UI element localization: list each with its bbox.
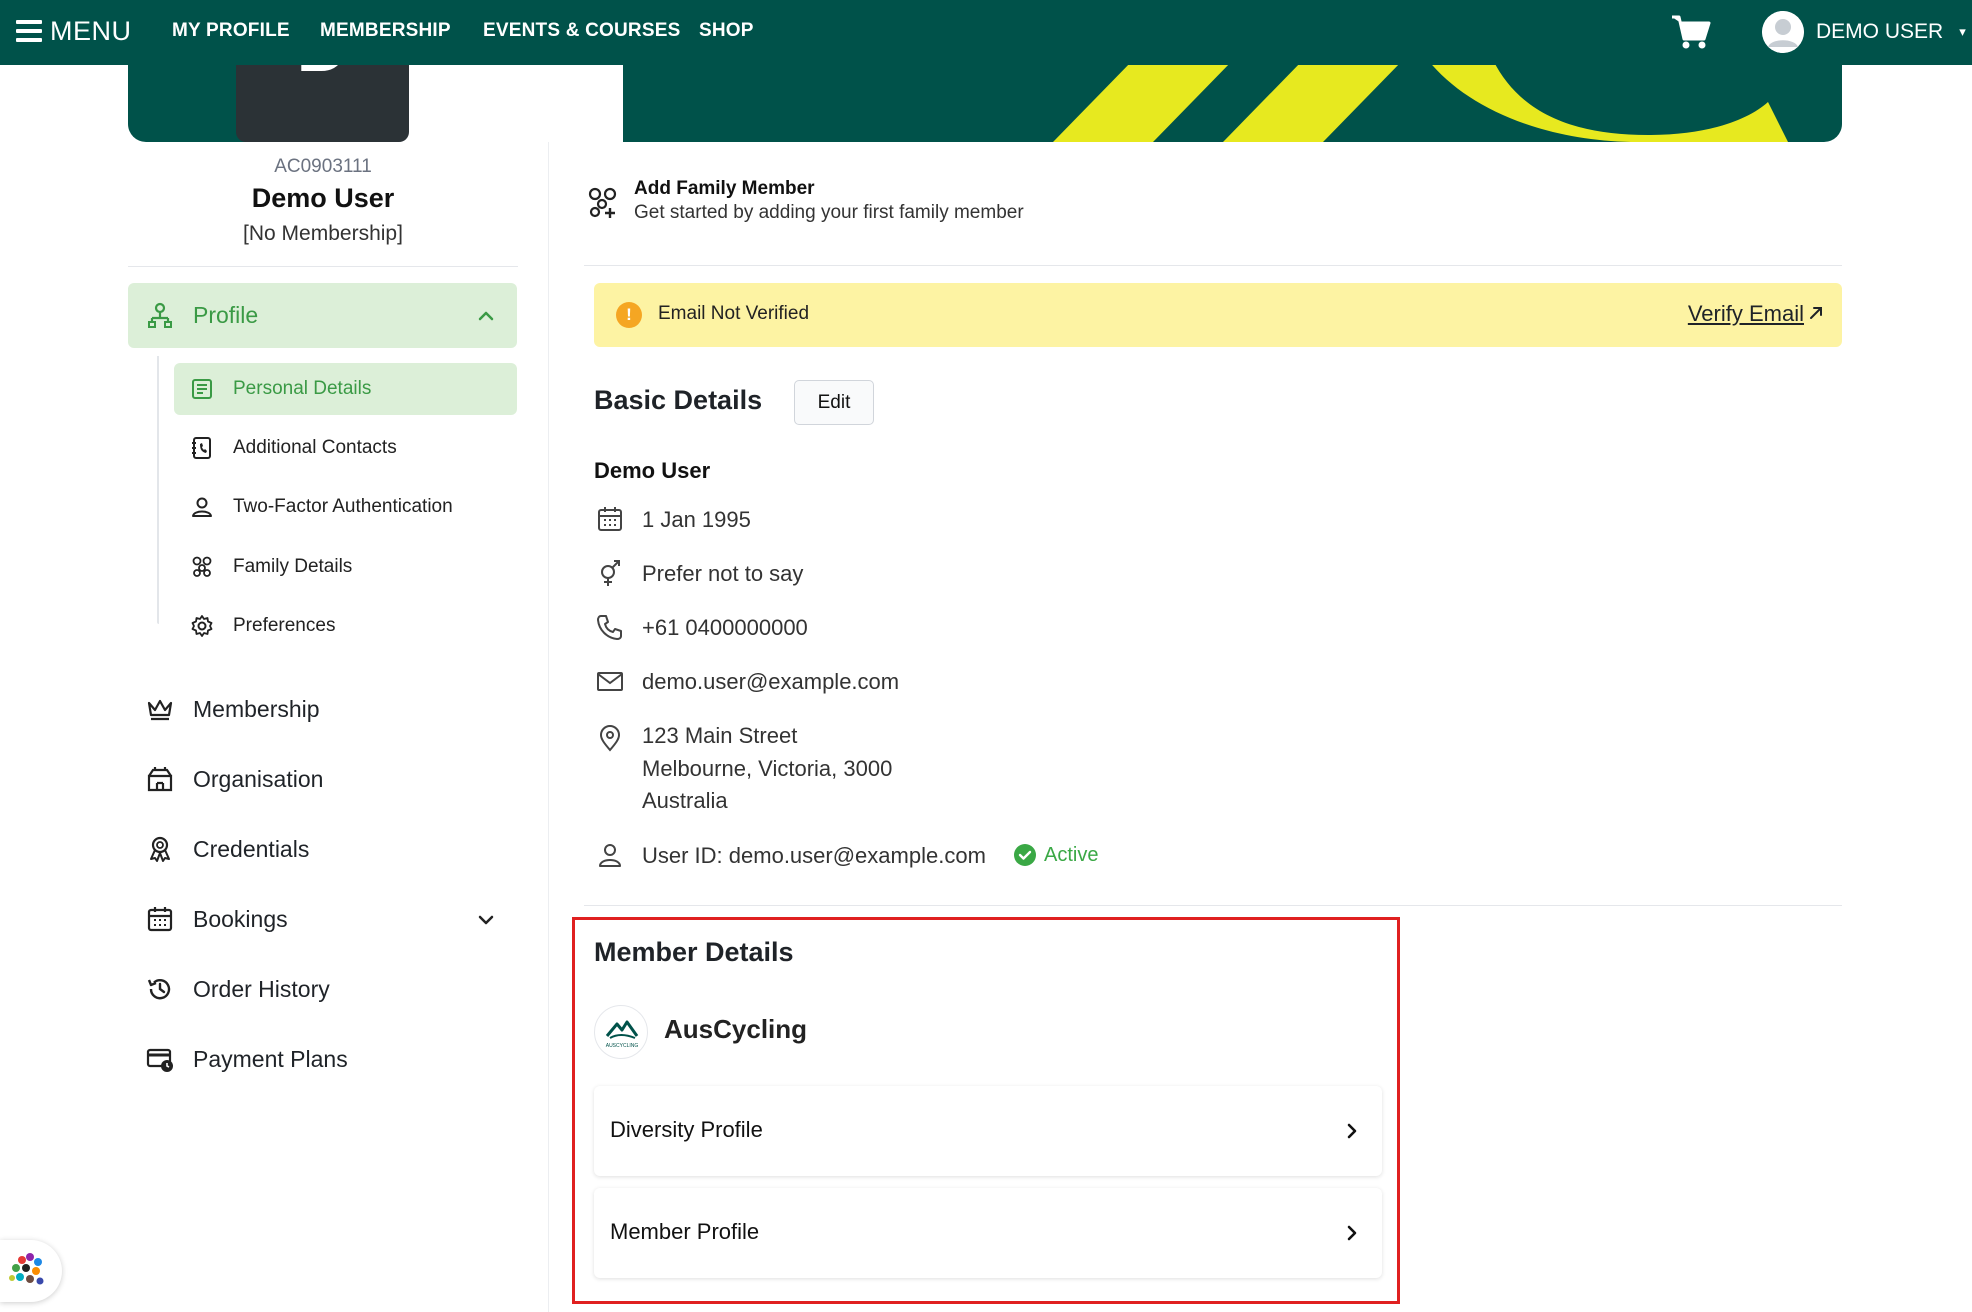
person-name: Demo User <box>594 458 711 483</box>
basic-details-title: Basic Details <box>594 385 763 415</box>
sidebar-subitem-label: Family Details <box>233 556 353 577</box>
chevron-right-icon <box>1347 1225 1357 1241</box>
gender-icon <box>601 560 620 586</box>
menu-label: MENU <box>50 15 132 46</box>
chevron-right-icon <box>1347 1123 1357 1139</box>
divider <box>584 905 1842 906</box>
nav-link-events-courses[interactable]: EVENTS & COURSES <box>483 20 680 42</box>
status-badge: Active <box>1014 842 1098 868</box>
sidebar-item-membership[interactable]: Membership <box>128 682 517 736</box>
address-line-3: Australia <box>642 788 728 813</box>
verify-email-link[interactable]: Verify Email <box>1688 301 1804 327</box>
divider <box>128 266 518 267</box>
edit-button[interactable]: Edit <box>794 380 874 425</box>
sidebar-item-label: Membership <box>193 695 320 722</box>
address-line-2: Melbourne, Victoria, 3000 <box>642 756 893 781</box>
menu-button[interactable]: MENU <box>16 14 132 48</box>
sidebar-item-bookings[interactable]: Bookings <box>128 892 517 946</box>
member-details-title: Member Details <box>594 937 794 967</box>
chevron-down-icon <box>478 915 494 925</box>
member-id: AC0903111 <box>274 156 372 177</box>
sidebar-item-label: Payment Plans <box>193 1045 348 1072</box>
external-arrow-icon <box>1810 307 1822 319</box>
sidebar-subitem-personal-details[interactable]: Personal Details <box>174 363 517 415</box>
sidebar-subitem-label: Additional Contacts <box>233 437 397 458</box>
sidebar-item-order-history[interactable]: Order History <box>128 962 517 1016</box>
add-family-member-subtitle: Get started by adding your first family … <box>634 202 1024 223</box>
sidebar-item-organisation[interactable]: Organisation <box>128 752 517 806</box>
sidebar-item-credentials[interactable]: Credentials <box>128 822 517 876</box>
organisation-name: AusCycling <box>664 1014 808 1044</box>
submenu-tree-line <box>157 356 159 624</box>
phone-value: +61 0400000000 <box>642 615 808 640</box>
accessibility-widget-icon <box>9 1253 44 1285</box>
alert-message: Email Not Verified <box>658 303 810 324</box>
user-id-value: User ID: demo.user@example.com <box>642 843 986 868</box>
accessibility-widget-button[interactable] <box>0 1240 62 1302</box>
mail-icon <box>597 672 623 691</box>
sidebar-subitem-label: Preferences <box>233 615 336 636</box>
nav-link-membership[interactable]: MEMBERSHIP <box>320 20 451 42</box>
location-pin-icon <box>599 725 621 752</box>
building-icon <box>147 767 173 792</box>
sidebar-subitem-family-details[interactable]: Family Details <box>174 541 517 593</box>
person-icon <box>192 497 212 517</box>
top-navigation-bar: MENU MY PROFILE MEMBERSHIP EVENTS & COUR… <box>0 0 1972 65</box>
caret-down-icon: ▾ <box>1959 24 1966 39</box>
calendar-icon <box>147 907 173 932</box>
card-clock-icon <box>146 1048 173 1072</box>
member-profile-card[interactable]: Member Profile <box>594 1188 1382 1278</box>
calendar-icon <box>598 507 622 531</box>
nav-link-shop[interactable]: SHOP <box>699 20 754 42</box>
auscycling-logo: AUSCYCLING <box>594 1005 648 1059</box>
contact-book-icon <box>192 437 211 459</box>
gender-value: Prefer not to say <box>642 561 804 586</box>
membership-status: [No Membership] <box>243 222 403 245</box>
sidebar-subitem-additional-contacts[interactable]: Additional Contacts <box>174 422 517 474</box>
sidebar-item-payment-plans[interactable]: Payment Plans <box>128 1032 517 1086</box>
email-value: demo.user@example.com <box>642 669 900 694</box>
avatar <box>1762 11 1804 53</box>
sidebar-subitem-label: Two-Factor Authentication <box>233 496 453 517</box>
sidebar-subitem-two-factor[interactable]: Two-Factor Authentication <box>174 481 517 533</box>
sidebar-item-label: Order History <box>193 975 330 1002</box>
gear-icon <box>191 615 213 637</box>
add-family-member-title: Add Family Member <box>634 178 815 199</box>
status-label: Active <box>1044 843 1099 866</box>
document-icon <box>192 379 212 399</box>
email-not-verified-alert: ! Email Not Verified Verify Email <box>594 283 1842 347</box>
sidebar-item-label: Organisation <box>193 765 324 792</box>
sidebar-subitem-label: Personal Details <box>233 378 372 399</box>
dob-value: 1 Jan 1995 <box>642 507 751 532</box>
shopping-cart-icon[interactable] <box>1670 13 1712 51</box>
card-label: Member Profile <box>610 1219 760 1244</box>
nav-link-my-profile[interactable]: MY PROFILE <box>172 20 290 42</box>
family-add-icon <box>588 187 617 218</box>
chevron-up-icon <box>478 311 494 321</box>
sidebar-item-profile[interactable]: Profile <box>128 283 517 348</box>
history-icon <box>147 979 171 1000</box>
check-circle-icon <box>1014 844 1036 866</box>
person-icon <box>599 844 621 867</box>
member-name: Demo User <box>251 183 395 213</box>
address-line-1: 123 Main Street <box>642 723 798 748</box>
phone-icon <box>597 615 622 640</box>
crown-icon <box>147 699 173 721</box>
diversity-profile-card[interactable]: Diversity Profile <box>594 1086 1382 1176</box>
user-name: DEMO USER <box>1816 20 1944 43</box>
card-label: Diversity Profile <box>610 1117 763 1142</box>
org-chart-icon <box>148 302 172 328</box>
sidebar-item-label: Bookings <box>193 905 288 932</box>
family-icon <box>192 556 212 577</box>
column-divider <box>548 142 549 1312</box>
warning-icon: ! <box>616 302 642 328</box>
svg-text:AUSCYCLING: AUSCYCLING <box>606 1043 639 1049</box>
user-menu[interactable]: DEMO USER ▾ <box>1762 8 1966 56</box>
sidebar-subitem-preferences[interactable]: Preferences <box>174 600 517 652</box>
hamburger-icon <box>16 20 42 42</box>
award-icon <box>150 836 170 862</box>
divider <box>584 265 1842 266</box>
sidebar-item-label: Profile <box>193 302 259 328</box>
sidebar-item-label: Credentials <box>193 835 310 862</box>
